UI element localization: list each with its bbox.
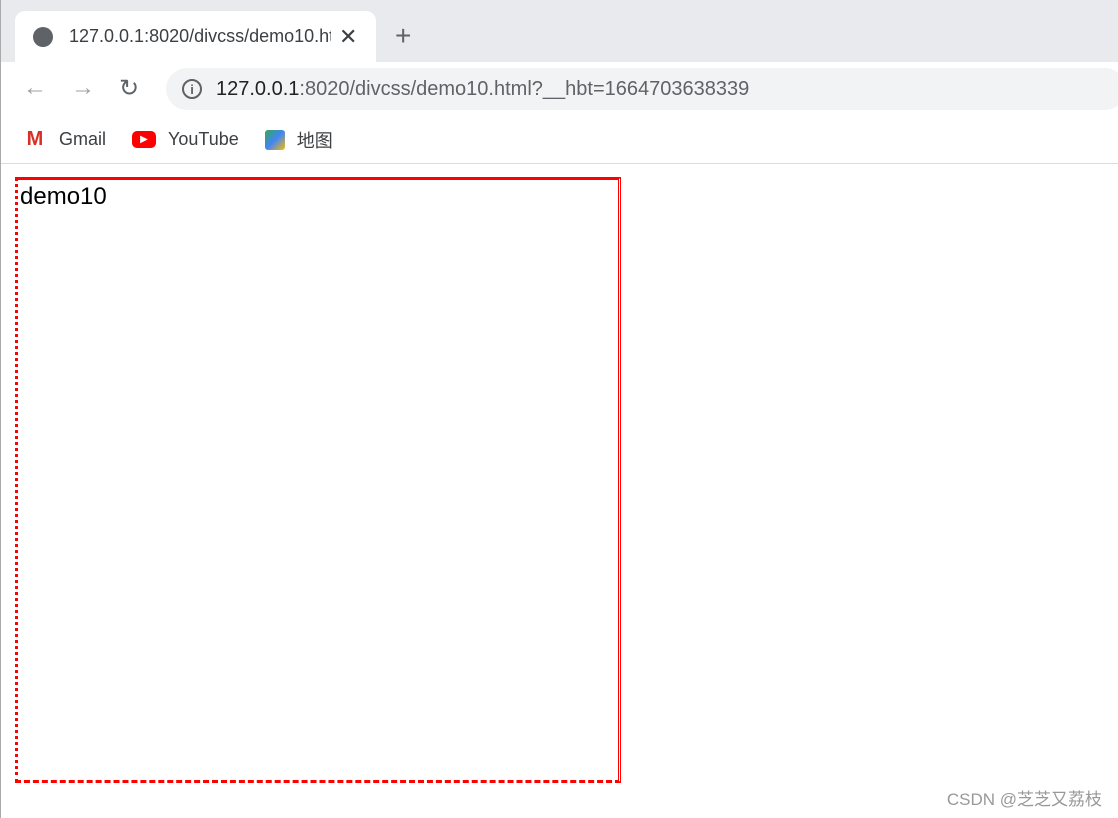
toolbar: ← → ↻ i 127.0.0.1:8020/divcss/demo10.htm… xyxy=(1,62,1118,116)
demo-box: demo10 xyxy=(15,177,621,783)
bookmark-label: 地图 xyxy=(296,130,333,151)
address-bar[interactable]: i 127.0.0.1:8020/divcss/demo10.html?__hb… xyxy=(166,68,1118,110)
url-path: :8020/divcss/demo10.html?__hbt=166470363… xyxy=(299,77,750,100)
info-icon[interactable]: i xyxy=(182,79,202,99)
back-button[interactable]: ← xyxy=(23,74,47,102)
watermark: CSDN @芝芝又荔枝 xyxy=(946,790,1102,809)
url-text: 127.0.0.1:8020/divcss/demo10.html?__hbt=… xyxy=(216,78,749,101)
bookmark-label: Gmail xyxy=(59,129,107,149)
bookmarks-bar: M Gmail ▶ YouTube 地图 xyxy=(1,116,1118,164)
maps-icon xyxy=(264,129,285,150)
url-host: 127.0.0.1 xyxy=(216,77,300,100)
youtube-icon: ▶ xyxy=(132,131,157,148)
new-tab-button[interactable]: + xyxy=(395,20,411,52)
tab-active[interactable]: 127.0.0.1:8020/divcss/demo10.html ✕ xyxy=(15,11,376,62)
reload-button[interactable]: ↻ xyxy=(119,74,139,103)
bookmark-maps[interactable]: 地图 xyxy=(264,127,333,153)
bookmark-youtube[interactable]: ▶ YouTube xyxy=(132,129,239,150)
close-tab-icon[interactable]: ✕ xyxy=(339,24,357,50)
bookmark-gmail[interactable]: M Gmail xyxy=(23,128,107,150)
tab-strip: 127.0.0.1:8020/divcss/demo10.html ✕ + xyxy=(1,0,1118,62)
forward-button[interactable]: → xyxy=(71,74,95,102)
tab-title: 127.0.0.1:8020/divcss/demo10.html xyxy=(69,26,331,46)
gmail-icon: M xyxy=(26,128,44,150)
bookmark-label: YouTube xyxy=(168,129,239,149)
globe-icon xyxy=(33,26,53,47)
